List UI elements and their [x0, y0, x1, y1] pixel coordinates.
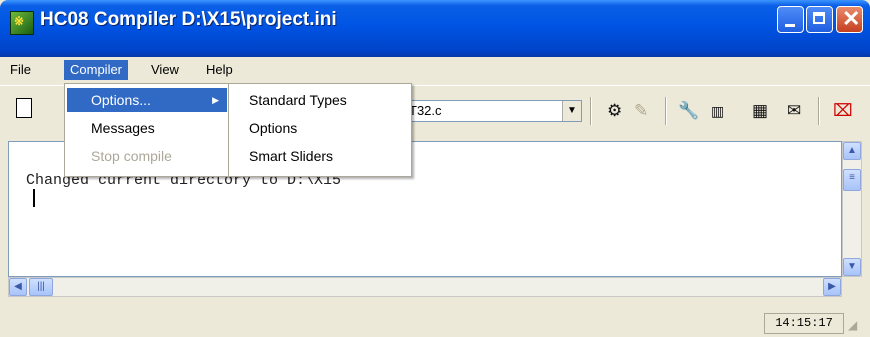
app-window: ※ HC08 Compiler D:\X15\project.ini ✕ Fil…: [0, 0, 870, 337]
scroll-right-icon[interactable]: ▶: [823, 278, 841, 296]
scroll-left-icon[interactable]: ◀: [9, 278, 27, 296]
stop-icon[interactable]: ✎: [634, 100, 648, 122]
menu-item-stop-compile: Stop compile: [91, 148, 172, 164]
wrench-icon[interactable]: 🔧: [678, 100, 699, 122]
compile-icon[interactable]: ⚙: [607, 100, 622, 122]
compiler-menu: Options... ▶ Messages Stop compile: [64, 83, 230, 177]
submenu-item-options[interactable]: Options: [231, 116, 409, 140]
chevron-down-icon[interactable]: ▼: [562, 101, 581, 121]
hscroll-thumb[interactable]: |||: [29, 278, 53, 296]
menu-bar: File Compiler View Help: [0, 57, 870, 83]
bits-icon[interactable]: ▥: [711, 100, 724, 122]
grid-icon[interactable]: ▦: [752, 100, 768, 122]
menu-help[interactable]: Help: [200, 60, 239, 80]
toolbar-separator: [818, 97, 820, 125]
resize-grip-icon[interactable]: ◢: [848, 318, 862, 332]
menu-item-messages[interactable]: Messages: [67, 116, 227, 140]
close-button[interactable]: ✕: [836, 6, 863, 33]
options-submenu: Standard Types Options Smart Sliders: [228, 83, 412, 177]
title-bar[interactable]: ※ HC08 Compiler D:\X15\project.ini ✕: [0, 0, 870, 57]
status-bar: [0, 300, 870, 337]
maximize-button[interactable]: [806, 6, 833, 33]
scroll-down-icon[interactable]: ▼: [843, 258, 861, 276]
close-icon: ✕: [842, 6, 861, 31]
submenu-item-standard-types[interactable]: Standard Types: [231, 88, 409, 112]
app-icon[interactable]: ※: [10, 11, 34, 35]
menu-compiler[interactable]: Compiler: [64, 60, 129, 80]
toolbar-separator: [665, 97, 667, 125]
vertical-scrollbar[interactable]: ▲ ≡ ▼: [842, 141, 862, 277]
mail-icon[interactable]: ✉: [787, 100, 801, 122]
horizontal-scrollbar[interactable]: ◀ ||| ▶: [8, 277, 842, 297]
close-log-icon[interactable]: ⌧: [833, 100, 853, 122]
file-combo-value: T32.c: [409, 103, 442, 118]
file-combo[interactable]: T32.c ▼: [396, 100, 582, 122]
menu-item-options[interactable]: Options... ▶: [67, 88, 227, 112]
toolbar-separator: [590, 97, 592, 125]
window-title: HC08 Compiler D:\X15\project.ini: [40, 9, 337, 30]
text-caret: [33, 189, 35, 207]
menu-view[interactable]: View: [145, 60, 185, 80]
submenu-arrow-icon: ▶: [212, 95, 219, 105]
status-time: 14:15:17: [764, 313, 844, 334]
scroll-up-icon[interactable]: ▲: [843, 142, 861, 160]
submenu-item-smart-sliders[interactable]: Smart Sliders: [231, 144, 409, 168]
minimize-button[interactable]: [777, 6, 804, 33]
menu-file[interactable]: File: [4, 60, 37, 80]
scroll-thumb[interactable]: ≡: [843, 169, 861, 191]
new-file-icon[interactable]: [16, 98, 32, 118]
